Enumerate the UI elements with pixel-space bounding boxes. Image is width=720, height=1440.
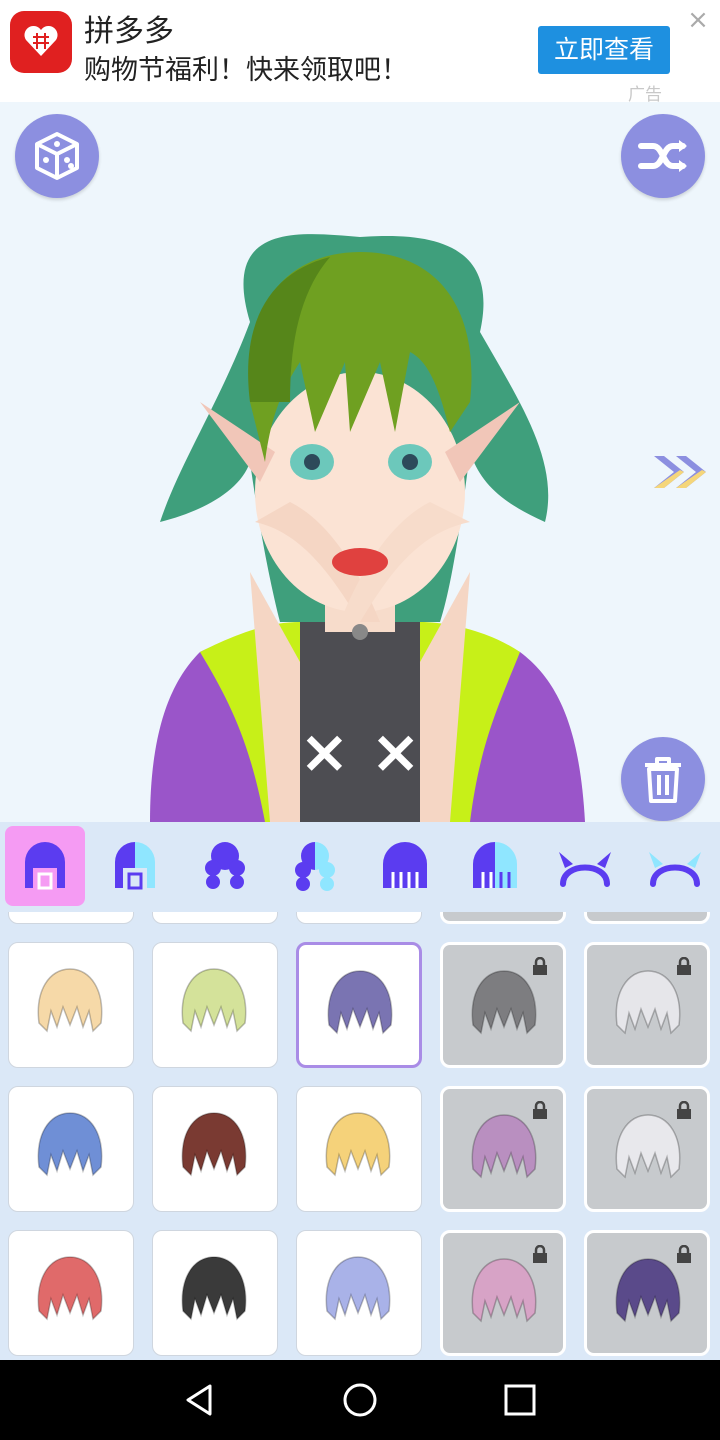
lock-icon [533,1245,547,1263]
home-circle-icon[interactable] [340,1380,380,1420]
hair-preview-icon [325,1256,391,1321]
hair-item[interactable] [296,912,422,924]
hair-item[interactable] [152,942,278,1068]
tab-horns[interactable] [545,826,625,906]
tab-hair-front[interactable] [5,826,85,906]
system-navigation-bar [0,1360,720,1440]
horns-icon [559,852,611,887]
hair-item-locked[interactable] [584,942,710,1068]
hair-preview-icon [471,970,537,1035]
svg-text:× ×: × × [299,717,420,787]
lock-icon [677,1245,691,1263]
hair-front-icon [25,842,65,890]
tab-hair-back[interactable] [185,826,265,906]
dice-icon [35,132,79,180]
hair-preview-icon [325,1112,391,1177]
hair-item[interactable] [152,1230,278,1356]
hair-preview-icon [615,1258,681,1323]
hair-item-locked[interactable] [584,1230,710,1356]
hair-item[interactable] [8,912,134,924]
hair-item-selected[interactable] [296,942,422,1068]
ad-tagline: 购物节福利！快来领取吧！ [84,55,408,86]
hair-item-locked[interactable] [584,912,710,924]
hair-item[interactable] [152,912,278,924]
tab-hair-long[interactable] [365,826,445,906]
hair-preview-icon [37,1112,103,1177]
random-dice-button[interactable] [15,114,99,198]
character-stage: × × [0,102,720,822]
hair-back-icon [205,842,245,889]
ad-app-name: 拼多多 [84,14,174,49]
hair-item[interactable] [152,1086,278,1212]
hair-item[interactable] [296,1086,422,1212]
character-avatar: × × [150,234,585,822]
double-chevron-right-icon[interactable] [650,452,710,492]
hair-item-locked[interactable] [440,912,566,924]
lock-icon [533,1101,547,1119]
trash-icon [645,757,681,803]
shuffle-button[interactable] [621,114,705,198]
shuffle-icon [638,140,687,172]
ad-banner[interactable]: 拼多多 购物节福利！快来领取吧！ 立即查看 × 广告 [0,0,720,105]
hair-preview-icon [471,1258,537,1323]
hair-front-color-icon [115,842,155,890]
pinduoduo-logo-icon [10,11,72,73]
hair-preview-icon [181,1112,247,1177]
lock-icon [533,957,547,975]
lock-icon [677,1101,691,1119]
hair-item-grid [0,912,720,1360]
hair-item-locked[interactable] [440,942,566,1068]
hair-item[interactable] [8,1086,134,1212]
category-tab-bar [0,822,720,914]
ad-view-button[interactable]: 立即查看 [538,26,670,74]
hair-preview-icon [327,970,393,1035]
hair-back-color-icon [295,842,335,891]
hair-item[interactable] [8,942,134,1068]
delete-button[interactable] [621,737,705,821]
hair-preview-icon [37,1256,103,1321]
hair-item[interactable] [8,1230,134,1356]
horns-color-icon [649,852,701,887]
hair-preview-icon [471,1114,537,1179]
tab-horns-color[interactable] [635,826,715,906]
hair-item[interactable] [296,1230,422,1356]
hair-preview-icon [181,968,247,1033]
hair-preview-icon [181,1256,247,1321]
back-triangle-icon[interactable] [180,1380,220,1420]
tab-hair-long-color[interactable] [455,826,535,906]
tab-hair-back-color[interactable] [275,826,355,906]
close-icon[interactable]: × [684,6,712,34]
hair-preview-icon [615,970,681,1035]
lock-icon [677,957,691,975]
recents-square-icon[interactable] [500,1380,540,1420]
hair-long-color-icon [473,842,517,888]
hair-item-locked[interactable] [440,1230,566,1356]
hair-preview-icon [615,1114,681,1179]
tab-hair-front-color[interactable] [95,826,175,906]
hair-item-locked[interactable] [440,1086,566,1212]
hair-long-icon [383,842,427,888]
hair-preview-icon [37,968,103,1033]
hair-item-locked[interactable] [584,1086,710,1212]
